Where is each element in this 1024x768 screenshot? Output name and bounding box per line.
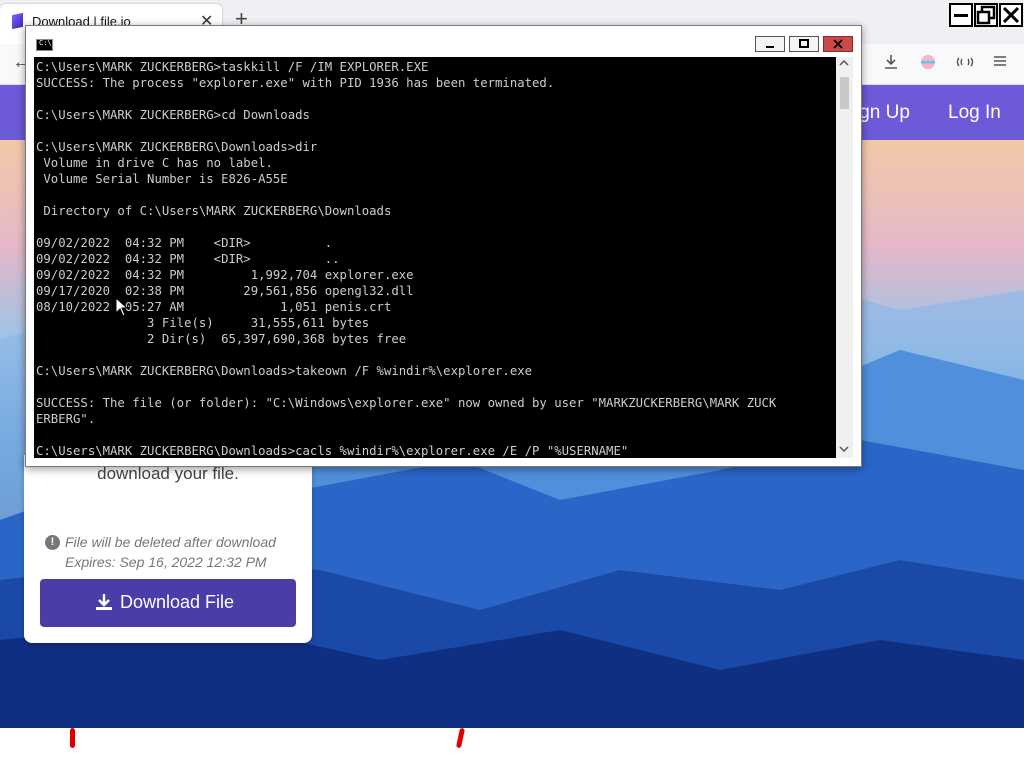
console-line: 08/10/2022 05:27 AM 1,051 penis.crt <box>36 300 392 314</box>
console-line: C:\Users\MARK ZUCKERBERG\Downloads>takeo… <box>36 364 533 378</box>
console-line: 09/02/2022 04:32 PM 1,992,704 explorer.e… <box>36 268 414 282</box>
console-line: C:\Users\MARK ZUCKERBERG>cd Downloads <box>36 108 310 122</box>
red-mark <box>70 728 75 748</box>
download-card: download your file. ! File will be delet… <box>24 455 312 643</box>
console-line: Volume Serial Number is E826-A55E <box>36 172 288 186</box>
menu-icon[interactable] <box>992 53 1008 74</box>
card-text: download your file. <box>97 464 239 483</box>
console-line: C:\Users\MARK ZUCKERBERG\Downloads>dir <box>36 140 318 154</box>
console-line: 09/17/2020 02:38 PM 29,561,856 opengl32.… <box>36 284 414 298</box>
cmd-maximize-button[interactable] <box>789 36 819 52</box>
console-line: C:\Users\MARK ZUCKERBERG>taskkill /F /IM… <box>36 60 429 74</box>
scroll-up-icon[interactable] <box>839 59 849 70</box>
console-line: 09/02/2022 04:32 PM <DIR> . <box>36 236 333 250</box>
expiry-text: Expires: Sep 16, 2022 12:32 PM <box>65 554 267 570</box>
console-line: 09/02/2022 04:32 PM <DIR> .. <box>36 252 340 266</box>
console-line: ERBERG". <box>36 412 96 426</box>
mouse-pointer-icon <box>115 297 129 317</box>
console-line: Volume in drive C has no label. <box>36 156 273 170</box>
console-line: 3 File(s) 31,555,611 bytes <box>36 316 370 330</box>
profile-icon[interactable] <box>919 53 937 76</box>
extension-icon[interactable] <box>956 53 974 76</box>
outer-restore-button[interactable] <box>974 3 998 27</box>
download-file-label: Download File <box>120 592 235 612</box>
scroll-thumb[interactable] <box>840 77 849 109</box>
cmd-app-icon: C:\_ <box>36 39 56 51</box>
command-prompt-window[interactable]: C:\_ C:\Users\MARK ZUCKERBERG>taskkill /… <box>25 25 862 467</box>
delete-note: File will be deleted after download <box>65 534 276 550</box>
console-line: SUCCESS: The process "explorer.exe" with… <box>36 76 555 90</box>
cmd-minimize-button[interactable] <box>755 36 785 52</box>
scroll-down-icon[interactable] <box>839 445 849 456</box>
cmd-title-bar[interactable]: C:\_ <box>26 26 861 57</box>
log-in-link[interactable]: Log In <box>948 102 1001 124</box>
console-line: 2 Dir(s) 65,397,690,368 bytes free <box>36 332 407 346</box>
download-file-button[interactable]: Download File <box>40 579 296 627</box>
file-io-favicon-icon <box>12 12 23 30</box>
info-icon: ! <box>45 535 60 550</box>
outer-close-button[interactable] <box>999 3 1023 27</box>
download-icon <box>96 594 112 610</box>
console-scrollbar[interactable] <box>836 57 853 458</box>
downloads-icon[interactable] <box>882 53 900 76</box>
console-line: SUCCESS: The file (or folder): "C:\Windo… <box>36 396 777 410</box>
outer-minimize-button[interactable] <box>949 3 973 27</box>
cmd-close-button[interactable] <box>823 36 853 52</box>
console-line: Directory of C:\Users\MARK ZUCKERBERG\Do… <box>36 204 392 218</box>
console-line: C:\Users\MARK ZUCKERBERG\Downloads>cacls… <box>36 444 629 458</box>
sign-up-link[interactable]: ign Up <box>855 102 910 124</box>
footer-strip <box>0 728 1024 768</box>
console-output[interactable]: C:\Users\MARK ZUCKERBERG>taskkill /F /IM… <box>34 57 836 458</box>
console-text: C:\Users\MARK ZUCKERBERG>taskkill /F /IM… <box>36 59 776 458</box>
